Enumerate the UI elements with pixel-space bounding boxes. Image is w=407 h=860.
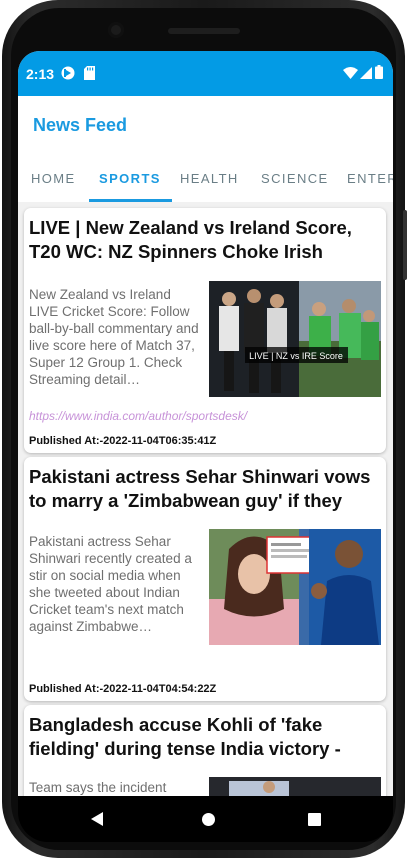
- news-card[interactable]: Pakistani actress Sehar Shinwari vows to…: [24, 457, 386, 701]
- published-date: Published At:-2022-11-04T06:35:41Z: [29, 435, 217, 447]
- app-title: News Feed: [33, 115, 128, 135]
- back-button[interactable]: [84, 796, 110, 842]
- article-image: LIVE | NZ vs IRE Score: [209, 281, 381, 397]
- image-caption: LIVE | NZ vs IRE Score: [249, 351, 343, 361]
- category-tabs: HOME SPORTS HEALTH SCIENCE ENTER: [18, 152, 393, 202]
- news-card[interactable]: Bangladesh accuse Kohli of 'fake fieldin…: [24, 705, 386, 796]
- recents-icon: [307, 812, 321, 826]
- phone-device: 2:13 News Feed HOME SPORTS HEALTH SCIENC…: [0, 0, 407, 860]
- tab-indicator: [89, 199, 172, 202]
- status-bar: 2:13: [18, 51, 393, 96]
- article-description: Pakistani actress Sehar Shinwari recentl…: [29, 534, 192, 634]
- navigation-bar: [18, 796, 393, 842]
- article-url[interactable]: https://www.india.com/author/sportsdesk/: [29, 409, 247, 423]
- wifi-icon: [343, 67, 358, 79]
- volume-button: [403, 210, 407, 280]
- article-description: Team says the incident: [29, 780, 167, 795]
- home-button[interactable]: [195, 796, 221, 842]
- article-title: Pakistani actress Sehar Shinwari vows to…: [29, 466, 371, 511]
- article-title: LIVE | New Zealand vs Ireland Score, T20…: [29, 217, 352, 262]
- back-icon: [91, 812, 103, 826]
- tab-home[interactable]: HOME: [31, 171, 76, 186]
- screen: 2:13 News Feed HOME SPORTS HEALTH SCIENC…: [18, 51, 393, 796]
- status-time: 2:13: [26, 66, 55, 82]
- battery-icon: [375, 65, 383, 79]
- tab-entertainment[interactable]: ENTER: [347, 171, 393, 186]
- article-image: [209, 529, 381, 645]
- tab-health[interactable]: HEALTH: [180, 171, 239, 186]
- recents-button[interactable]: [301, 796, 327, 842]
- article-image: [209, 777, 381, 796]
- media-icon: [61, 66, 75, 80]
- tab-science[interactable]: SCIENCE: [261, 171, 329, 186]
- sd-card-icon: [84, 66, 95, 80]
- app-bar: News Feed: [18, 96, 393, 152]
- home-icon: [201, 812, 215, 826]
- cricket-photo: LIVE | NZ vs IRE Score: [209, 281, 381, 397]
- published-date: Published At:-2022-11-04T04:54:22Z: [29, 683, 217, 695]
- news-card[interactable]: LIVE | New Zealand vs Ireland Score, T20…: [24, 208, 386, 453]
- actress-cricketer-photo: [209, 529, 381, 645]
- article-title: Bangladesh accuse Kohli of 'fake fieldin…: [29, 714, 341, 759]
- article-description: New Zealand vs Ireland LIVE Cricket Scor…: [29, 287, 199, 387]
- front-camera: [108, 22, 124, 38]
- earpiece-speaker: [168, 28, 240, 34]
- cricket-photo: [209, 777, 381, 796]
- tab-sports[interactable]: SPORTS: [99, 171, 161, 186]
- signal-icon: [360, 67, 372, 79]
